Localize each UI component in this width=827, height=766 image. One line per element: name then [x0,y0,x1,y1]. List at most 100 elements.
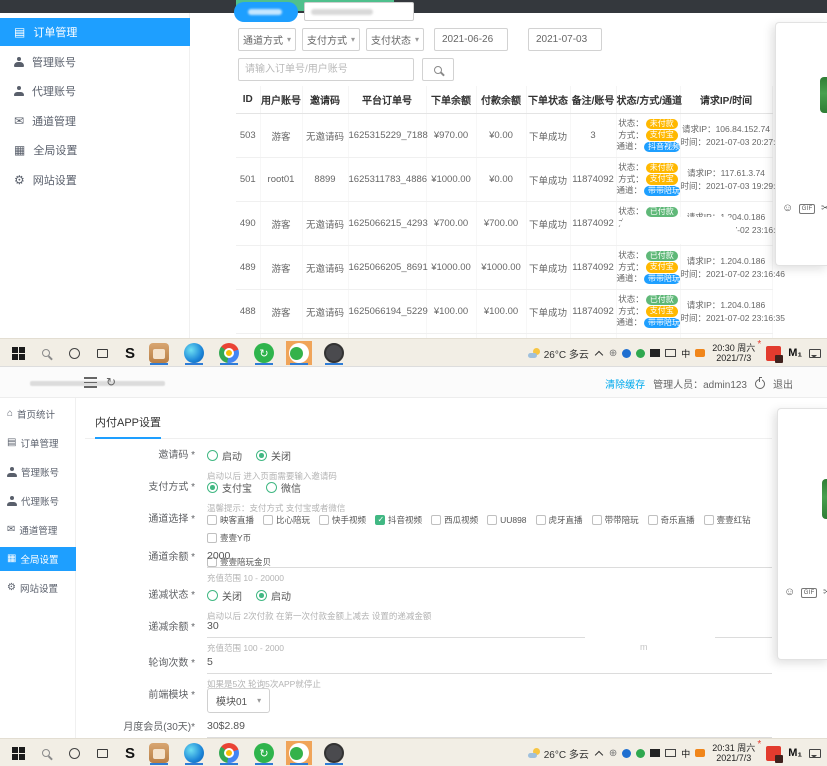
sidebar-item-7[interactable]: ⚙网站设置 [0,576,76,600]
menu-icon[interactable] [84,377,97,388]
taskbar-search-button[interactable] [34,339,58,367]
bluetooth-icon[interactable] [622,349,631,358]
sidebar-item-4[interactable]: 代理账号 [0,489,76,513]
cortana-button[interactable] [62,339,86,367]
checkbox-壹壹红钻[interactable]: 壹壹红钻 [704,514,751,526]
tray-expand-icon[interactable] [595,350,603,358]
sidebar-item-4[interactable]: ✉通道管理 [0,107,190,135]
checkbox-抖音视频[interactable]: 抖音视频 [375,514,422,526]
green-tray-icon[interactable] [636,349,645,358]
tray-app-icon[interactable] [650,349,660,357]
app-dark[interactable] [321,741,347,765]
pinned-app-s[interactable]: S [118,739,142,766]
ime-m-icon[interactable]: M₁ [788,347,802,359]
date-from-input[interactable]: 2021-06-26 [434,28,508,51]
monthly-vip-input[interactable]: 30$2.89 [207,720,772,738]
app-files[interactable] [146,341,172,365]
checkbox-快手视频[interactable]: 快手视频 [319,514,366,526]
sidebar-item-6[interactable]: ⚙网站设置 [0,166,190,194]
logout-link[interactable]: 退出 [773,376,793,391]
green-tray-icon[interactable] [636,749,645,758]
sogou-icon[interactable] [695,749,705,757]
weather-widget[interactable]: 26°C 多云 [528,346,589,361]
app-chrome[interactable] [216,741,242,765]
ime-indicator[interactable]: 中 [681,747,690,760]
start-button[interactable] [6,339,30,367]
bluetooth-icon[interactable] [622,749,631,758]
clock[interactable]: *20:31 周六2021/7/3 [712,743,759,763]
checkbox-比心陪玩[interactable]: 比心陪玩 [263,514,310,526]
app-active-chat[interactable] [286,341,312,365]
checkbox-虎牙直播[interactable]: 虎牙直播 [536,514,583,526]
radio-支付宝[interactable]: 支付宝 [207,480,252,495]
search-button[interactable] [422,58,454,81]
gif-icon[interactable]: GIF [799,204,815,214]
gif-icon[interactable]: GIF [801,588,817,598]
sidebar-item-2[interactable]: 管理账号 [0,48,190,76]
checkbox-西瓜视频[interactable]: 西瓜视频 [431,514,478,526]
sidebar-item-6[interactable]: ▦全局设置 [0,547,76,571]
emoji-icon[interactable]: ☺ [782,203,793,214]
sidebar-item-3[interactable]: 管理账号 [0,460,76,484]
order-search-input[interactable] [238,58,414,81]
sidebar-item-5[interactable]: ▦全局设置 [0,136,190,164]
sidebar-item-2[interactable]: ▤订单管理 [0,431,76,455]
tray-app-icon[interactable] [650,749,660,757]
filter-channel-type[interactable]: 通道方式▾ [238,28,296,51]
filter-pay-status[interactable]: 支付状态▾ [366,28,424,51]
radio-微信[interactable]: 微信 [266,480,301,495]
weather-widget[interactable]: 26°C 多云 [528,746,589,761]
sidebar-item-1[interactable]: ▤订单管理 [0,18,190,46]
globe-icon[interactable]: ⊕ [609,348,617,359]
ime-m-icon[interactable]: M₁ [788,747,802,759]
globe-icon[interactable]: ⊕ [609,748,617,759]
tray-expand-icon[interactable] [595,750,603,758]
refresh-icon[interactable]: ↻ [106,375,116,389]
query-button[interactable] [234,2,298,22]
app-sync[interactable]: ↻ [251,341,277,365]
sogou-icon[interactable] [695,349,705,357]
app-sync[interactable]: ↻ [251,741,277,765]
emoji-icon[interactable]: ☺ [784,587,795,598]
red-tray-app-icon[interactable] [766,746,781,761]
checkbox-壹壹Y币[interactable]: 壹壹Y币 [207,532,251,544]
task-view-button[interactable] [90,739,114,766]
scissors-icon[interactable]: ✂ [821,204,827,214]
sidebar-item-1[interactable]: ⌂首页统计 [0,402,76,426]
checkbox-映客直播[interactable]: 映客直播 [207,514,254,526]
checkbox-带带陪玩[interactable]: 带带陪玩 [592,514,639,526]
poll-times-input[interactable]: 5 [207,656,772,674]
tab-inpay-app-settings[interactable]: 内付APP设置 [95,414,161,439]
display-icon[interactable] [665,349,676,357]
sidebar-item-5[interactable]: ✉通道管理 [0,518,76,542]
scissors-icon[interactable]: ✂ [823,588,827,598]
filter-pay-method[interactable]: 支付方式▾ [302,28,360,51]
ime-indicator[interactable]: 中 [681,347,690,360]
task-view-button[interactable] [90,339,114,367]
notification-icon[interactable] [809,349,821,358]
channel-balance-input[interactable]: 2000 [207,550,772,568]
front-module-select[interactable]: 模块01▾ [207,688,270,713]
app-active-chat[interactable] [286,741,312,765]
cortana-button[interactable] [62,739,86,766]
checkbox-奇乐直播[interactable]: 奇乐直播 [648,514,695,526]
app-edge[interactable] [181,341,207,365]
app-edge[interactable] [181,741,207,765]
power-icon[interactable] [755,379,765,389]
radio-启动[interactable]: 启动 [207,448,242,463]
taskbar-search-button[interactable] [34,739,58,766]
clock[interactable]: *20:30 周六2021/7/3 [712,343,759,363]
app-files[interactable] [146,741,172,765]
display-icon[interactable] [665,749,676,757]
pinned-app-s[interactable]: S [118,339,142,367]
clear-cache-link[interactable]: 清除缓存 [605,376,645,391]
checkbox-UU898[interactable]: UU898 [487,515,526,525]
app-chrome[interactable] [216,341,242,365]
sidebar-item-3[interactable]: 代理账号 [0,77,190,105]
notification-icon[interactable] [809,749,821,758]
top-search-input[interactable] [304,2,414,21]
red-tray-app-icon[interactable] [766,346,781,361]
date-to-input[interactable]: 2021-07-03 [528,28,602,51]
radio-关闭[interactable]: 关闭 [256,448,291,463]
radio-关闭[interactable]: 关闭 [207,588,242,603]
